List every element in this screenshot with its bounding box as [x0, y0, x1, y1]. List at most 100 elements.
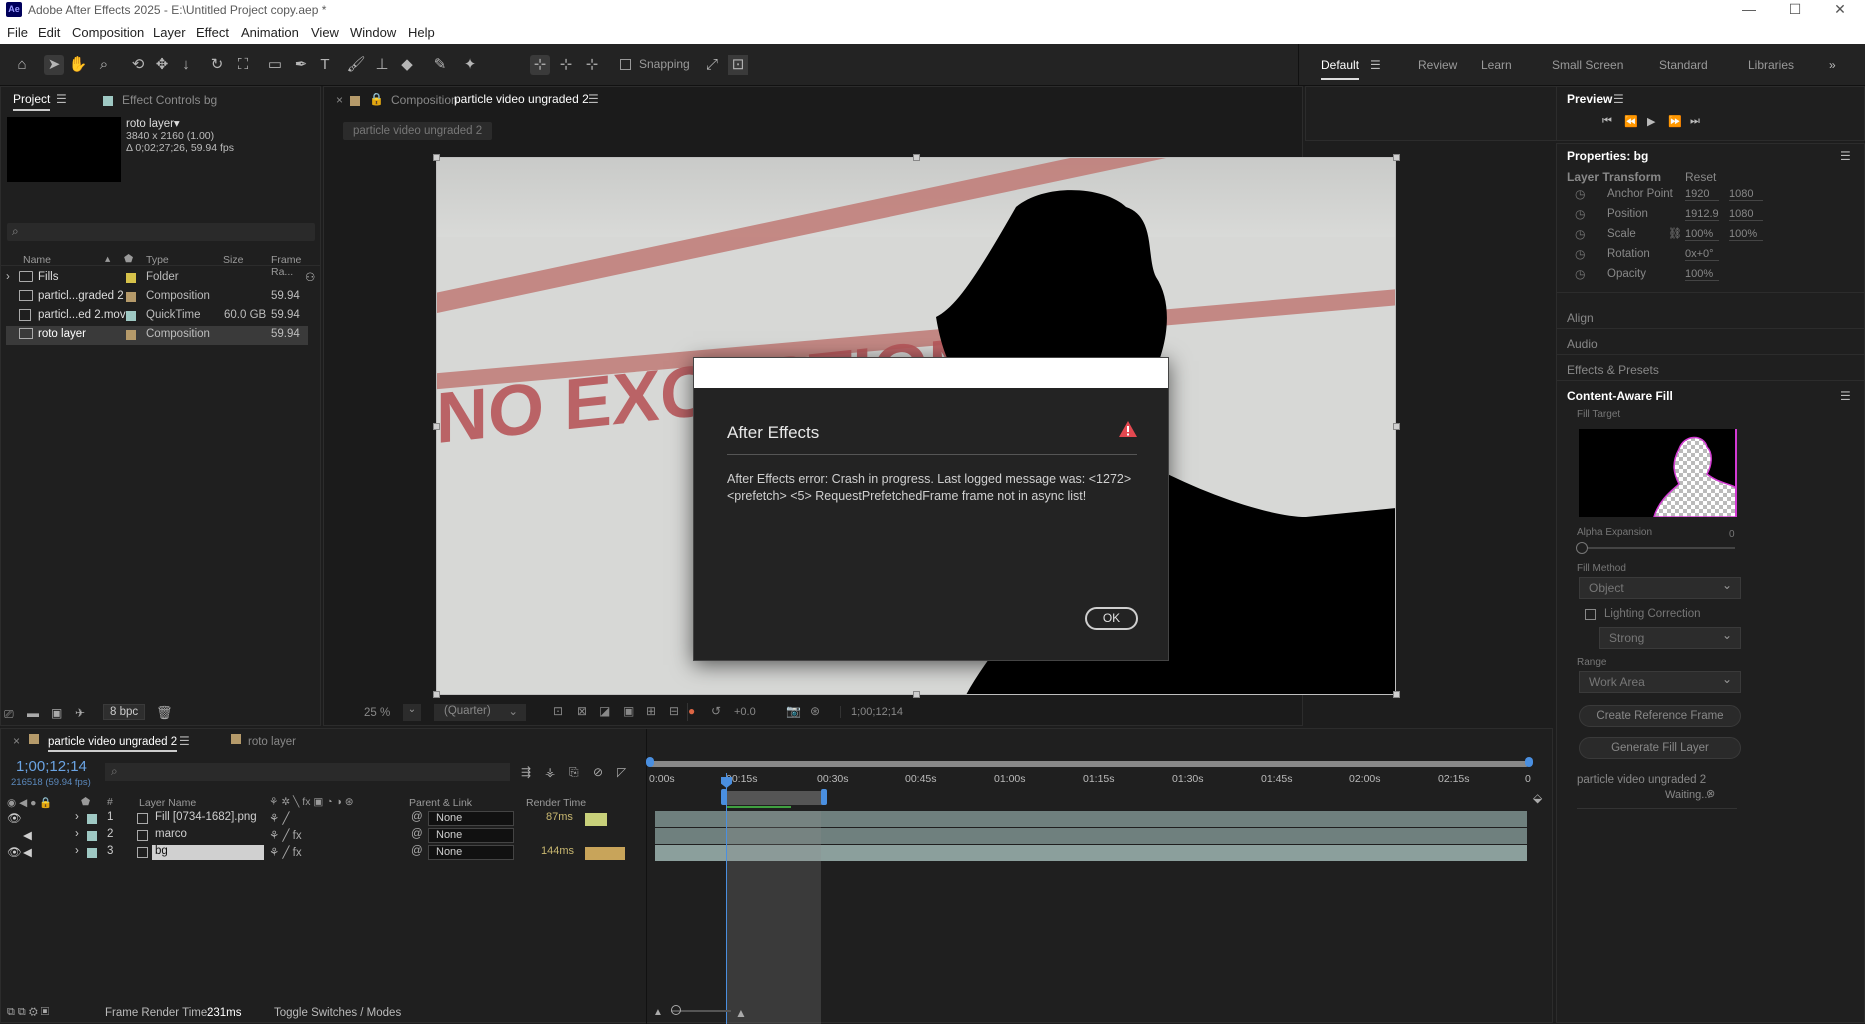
project-row-quicktime[interactable]: particl...ed 2.mov QuickTime 60.0 GB 59.… [1, 307, 321, 326]
shy-layers-icon[interactable]: ⎘ [569, 765, 579, 780]
next-frame-icon[interactable]: ⏩ [1668, 115, 1682, 128]
panel-menu-icon[interactable]: ☰ [56, 92, 67, 106]
flowchart-icon[interactable]: ⚇ [305, 270, 315, 284]
layer-transform-header[interactable]: Layer Transform [1567, 170, 1661, 184]
tab-timeline-active[interactable]: particle video ungraded 2 [48, 736, 178, 752]
3d-view-icon[interactable]: ⊞ [646, 704, 656, 718]
audio-icon[interactable]: ◀ [23, 845, 32, 859]
menu-window[interactable]: Window [350, 25, 396, 40]
expand-arrow-icon[interactable]: › [75, 828, 79, 840]
resolution-dropdown[interactable]: (Quarter) ⌄ [434, 704, 526, 721]
expand-arrow-icon[interactable]: › [6, 271, 10, 283]
play-icon[interactable]: ▶ [1647, 115, 1655, 128]
work-area-bar[interactable] [724, 791, 824, 805]
close-icon[interactable]: ✕ [1820, 1, 1860, 18]
section-align[interactable]: Align [1567, 311, 1594, 325]
zoom-dropdown-icon[interactable]: ⌄ [403, 704, 421, 721]
eraser-tool-icon[interactable]: ◆ [397, 55, 417, 75]
alpha-expansion-value[interactable]: 0 [1729, 529, 1735, 540]
visibility-eye-icon[interactable]: 👁 [7, 845, 22, 859]
graph-editor-icon[interactable]: ◸ [617, 765, 626, 779]
rotate-tool-icon[interactable]: ↻ [207, 55, 227, 75]
close-tab-icon[interactable]: × [13, 734, 20, 748]
expand-arrow-icon[interactable]: › [75, 845, 79, 857]
workspace-standard[interactable]: Standard [1659, 58, 1708, 72]
transform-handle[interactable] [433, 691, 440, 698]
switches-icons[interactable]: ⚘ ╱ fx [269, 828, 302, 842]
col-parent[interactable]: Parent & Link [409, 797, 472, 809]
expand-arrow-icon[interactable]: › [75, 811, 79, 823]
selection-tool-icon[interactable]: ➤ [44, 55, 64, 75]
transform-handle[interactable] [1393, 691, 1400, 698]
view-axis-icon[interactable]: ⊹ [582, 55, 602, 75]
parent-dropdown[interactable]: None [428, 811, 514, 826]
pick-whip-icon[interactable]: @ [411, 845, 423, 857]
roto-brush-icon[interactable]: ✎ [430, 55, 450, 75]
alpha-expansion-slider[interactable] [1579, 547, 1735, 549]
position-x-input[interactable]: 1912.9 [1685, 208, 1719, 221]
frame-blending-icon[interactable]: ⊘ [593, 765, 603, 779]
menu-layer[interactable]: Layer [153, 25, 186, 40]
panel-menu-icon[interactable]: ☰ [1613, 92, 1624, 106]
zoom-slider-handle[interactable] [671, 1005, 681, 1015]
section-audio[interactable]: Audio [1567, 337, 1598, 351]
transform-handle[interactable] [913, 154, 920, 161]
clone-stamp-icon[interactable]: ⊥ [372, 55, 392, 75]
pan-tool-icon[interactable]: ✥ [152, 55, 172, 75]
constrain-link-icon[interactable]: ⛓ [1668, 227, 1682, 240]
menu-effect[interactable]: Effect [196, 25, 229, 40]
snapshot-icon[interactable]: 📷 [786, 704, 801, 718]
menu-file[interactable]: File [7, 25, 28, 40]
dialog-titlebar[interactable] [694, 358, 1168, 388]
color-channels-icon[interactable]: ● [688, 704, 695, 718]
switches-icons[interactable]: ⚘ ╱ fx [269, 845, 302, 859]
zoom-in-icon[interactable]: ▲ [735, 1006, 747, 1020]
slider-handle[interactable] [1576, 542, 1588, 554]
fill-method-dropdown[interactable]: Object [1579, 577, 1741, 599]
transform-handle[interactable] [913, 691, 920, 698]
label-swatch[interactable] [126, 292, 136, 302]
zoom-out-icon[interactable]: ▲ [653, 1007, 663, 1018]
menu-view[interactable]: View [311, 25, 339, 40]
world-axis-icon[interactable]: ⊹ [556, 55, 576, 75]
workspace-learn[interactable]: Learn [1481, 58, 1512, 72]
panel-menu-icon[interactable]: ☰ [1840, 389, 1851, 403]
selected-item-name[interactable]: roto layer▾ [126, 116, 180, 130]
mask-visibility-icon[interactable]: ◪ [599, 704, 610, 718]
layer-name[interactable]: marco [155, 828, 187, 840]
work-area-end[interactable] [821, 789, 827, 805]
comp-flowchart-icon[interactable]: ⇶ [521, 765, 531, 779]
rectangle-tool-icon[interactable]: ▭ [265, 55, 285, 75]
tab-composition[interactable]: particle video ungraded 2 [454, 92, 589, 106]
label-swatch[interactable] [126, 311, 136, 321]
menu-animation[interactable]: Animation [241, 25, 299, 40]
zoom-level[interactable]: 25 % [364, 707, 390, 719]
project-search-input[interactable]: ⌕ [7, 223, 315, 241]
menu-help[interactable]: Help [408, 25, 435, 40]
parent-dropdown[interactable]: None [428, 828, 514, 843]
opacity-input[interactable]: 100% [1685, 268, 1719, 281]
stopwatch-icon[interactable]: ◷ [1575, 267, 1585, 281]
transform-handle[interactable] [1393, 154, 1400, 161]
snapping-checkbox[interactable] [620, 59, 631, 70]
workspace-overflow-icon[interactable]: » [1829, 58, 1836, 72]
layer-name-selected[interactable]: bg [152, 845, 264, 860]
transform-handle[interactable] [1393, 423, 1400, 430]
layer-row-2[interactable]: ◀ › 2 marco ⚘ ╱ fx @ None [1, 828, 646, 845]
roi-icon[interactable]: ⊡ [553, 704, 563, 718]
transform-handle[interactable] [433, 154, 440, 161]
position-y-input[interactable]: 1080 [1729, 208, 1763, 221]
time-navigator[interactable] [649, 761, 1529, 767]
switches-icons[interactable]: ⚘ ╱ [269, 811, 289, 825]
pan-behind-tool-icon[interactable]: ⛶ [233, 55, 253, 75]
type-tool-icon[interactable]: T [315, 55, 335, 75]
workspace-review[interactable]: Review [1418, 58, 1457, 72]
viewer-timecode[interactable]: 1;00;12;14 [840, 706, 903, 718]
visibility-eye-icon[interactable]: 👁 [7, 811, 22, 825]
stopwatch-icon[interactable]: ◷ [1575, 247, 1585, 261]
audio-icon[interactable]: ◀ [23, 828, 32, 842]
home-icon[interactable]: ⌂ [12, 55, 32, 75]
label-swatch[interactable] [87, 831, 97, 841]
show-snapshot-icon[interactable]: ⊛ [810, 704, 820, 718]
generate-fill-layer-button[interactable]: Generate Fill Layer [1579, 737, 1741, 759]
